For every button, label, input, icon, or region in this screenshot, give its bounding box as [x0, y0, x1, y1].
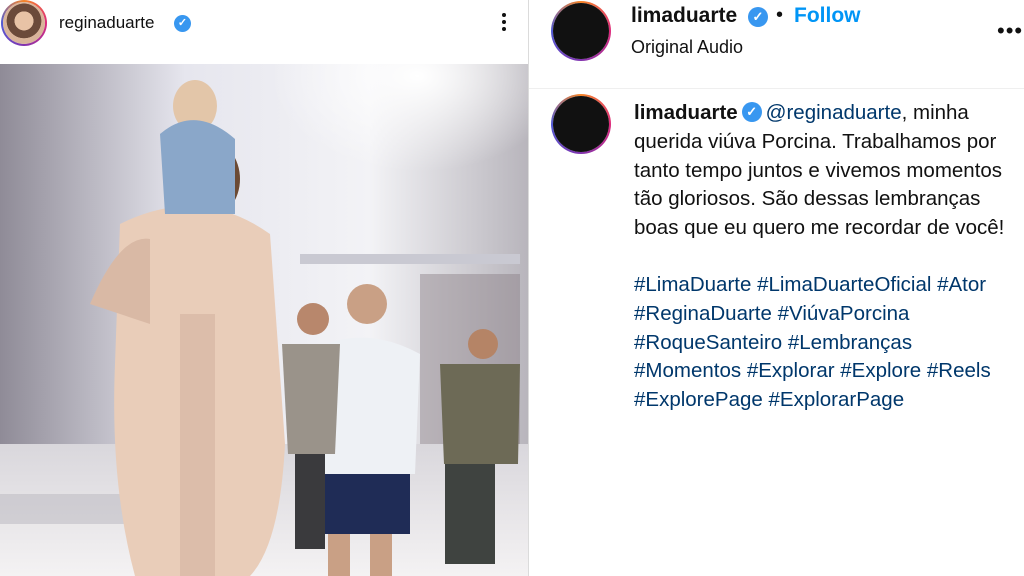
username-link[interactable]: limaduarte	[631, 4, 737, 28]
verified-badge-icon: ✓	[174, 15, 191, 32]
left-post: reginaduarte ✓	[0, 0, 528, 576]
verified-badge-icon: ✓	[741, 102, 762, 123]
avatar[interactable]	[1, 0, 47, 46]
more-options-icon[interactable]: •••	[997, 18, 1023, 44]
verified-badge-icon: ✓	[748, 7, 768, 27]
separator-dot: •	[776, 4, 784, 26]
caption-username[interactable]: limaduarte	[634, 101, 738, 124]
post-image[interactable]	[0, 64, 528, 576]
hashtag-link[interactable]: #ViúvaPorcina	[778, 302, 910, 325]
hashtag-link[interactable]: #ReginaDuarte	[634, 302, 772, 325]
audio-link[interactable]: Original Audio	[631, 37, 743, 58]
hashtag-link[interactable]: #ExplorePage	[634, 388, 763, 411]
hashtag-link[interactable]: #LimaDuarte	[634, 273, 751, 296]
hashtag-link[interactable]: #Ator	[937, 273, 986, 296]
hashtag-link[interactable]: #Lembranças	[788, 331, 912, 354]
more-vertical-icon[interactable]	[496, 10, 512, 40]
mention-link[interactable]: @reginaduarte	[766, 101, 902, 124]
caption-avatar[interactable]	[551, 94, 611, 154]
hashtag-link[interactable]: #ExplorarPage	[769, 388, 905, 411]
right-post-header: limaduarte ✓ • Follow Original Audio •••	[529, 0, 1024, 89]
avatar[interactable]	[551, 1, 611, 61]
hashtag-link[interactable]: #Explore	[840, 359, 921, 382]
username-link[interactable]: reginaduarte	[59, 13, 154, 33]
left-post-header: reginaduarte ✓	[0, 0, 528, 56]
hashtag-link[interactable]: #LimaDuarteOficial	[757, 273, 931, 296]
hashtag-link[interactable]: #RoqueSanteiro	[634, 331, 782, 354]
right-panel: limaduarte ✓ • Follow Original Audio •••…	[529, 0, 1024, 576]
post-caption: limaduarte ✓ @reginaduarte, minha querida …	[634, 99, 1024, 415]
hashtag-link[interactable]: #Momentos	[634, 359, 741, 382]
follow-button[interactable]: Follow	[794, 4, 861, 28]
hashtag-link[interactable]: #Explorar	[747, 359, 835, 382]
hashtag-list: #LimaDuarte #LimaDuarteOficial #Ator #Re…	[634, 271, 1024, 415]
hashtag-link[interactable]: #Reels	[927, 359, 991, 382]
